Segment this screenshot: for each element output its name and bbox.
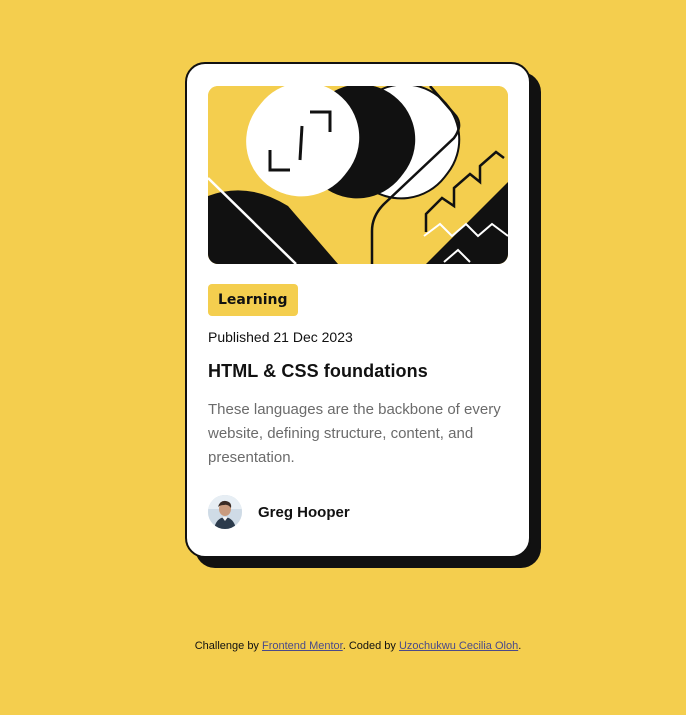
illustration-article-icon xyxy=(208,86,508,264)
published-date: Published 21 Dec 2023 xyxy=(208,329,353,345)
attribution-suffix: . xyxy=(518,640,522,652)
avatar xyxy=(208,495,242,529)
card-description: These languages are the backbone of ever… xyxy=(208,401,501,466)
author-name: Greg Hooper xyxy=(258,503,350,521)
attribution-prefix: Challenge by xyxy=(194,640,262,652)
attribution-middle: . Coded by xyxy=(342,640,399,652)
author: Greg Hooper xyxy=(208,495,350,529)
card-title[interactable]: HTML & CSS foundations xyxy=(208,361,428,382)
attribution: Challenge by Frontend Mentor. Coded by U… xyxy=(0,640,686,652)
blog-preview-card: Learning Published 21 Dec 2023 HTML & CS… xyxy=(185,62,531,558)
author-link[interactable]: Uzochukwu Cecilia Oloh xyxy=(399,640,518,652)
category-tag: Learning xyxy=(208,284,298,316)
frontend-mentor-link[interactable]: Frontend Mentor xyxy=(262,640,343,652)
